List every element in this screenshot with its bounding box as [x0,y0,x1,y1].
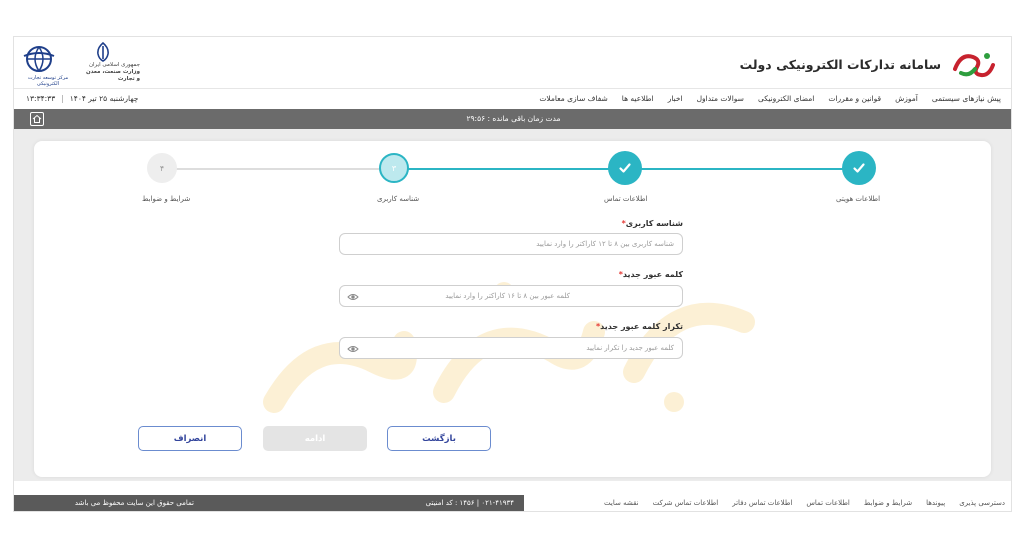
continue-button[interactable]: ادامه [263,426,367,451]
back-button[interactable]: بازگشت [387,426,491,451]
nav-item-prerequisites[interactable]: پیش نیازهای سیستمی [932,94,1001,103]
footer-link[interactable]: اطلاعات تماس شرکت [653,499,719,509]
app-window: سامانه تدارکات الکترونیکی دولت جمهوری اس… [13,36,1012,512]
footer-link[interactable]: نقشه سایت [604,499,639,509]
nav-item-announcements[interactable]: اطلاعیه ها [622,94,654,103]
password-placeholder: کلمه عبور بین ۸ تا ۱۶ کاراکتر را وارد نم… [445,292,570,300]
session-timer: مدت زمان باقی مانده : ۲۹:۵۶ [14,114,1011,123]
home-icon [32,114,42,123]
footer-contact: ۰۲۱-۴۱۹۳۴ | ۱۴۵۶ : کد امنیتی [204,495,524,511]
session-status-bar: مدت زمان باقی مانده : ۲۹:۵۶ [14,109,1011,129]
step-contact [608,151,642,185]
step-label-contact: اطلاعات تماس [604,195,648,203]
password-input[interactable]: کلمه عبور بین ۸ تا ۱۶ کاراکتر را وارد نم… [339,285,683,307]
step-label-identity: اطلاعات هویتی [836,195,881,203]
step-identity [842,151,876,185]
confirm-password-input[interactable]: کلمه عبور جدید را تکرار نمایید [339,337,683,359]
gov-logos: جمهوری اسلامی ایران وزارت صنعت، معدن و ت… [22,42,140,87]
footer-link[interactable]: اطلاعات تماس دفاتر [732,499,792,509]
home-button[interactable] [30,112,44,126]
timer-label: مدت زمان باقی مانده : [487,114,561,123]
cancel-button[interactable]: انصراف [138,426,242,451]
step-label-username: شناسه کاربری [377,195,420,203]
eye-icon[interactable] [347,291,359,303]
footer-link[interactable]: دسترسی پذیری [959,499,1005,509]
nav-item-e-signature[interactable]: امضای الکترونیکی [758,94,814,103]
date-separator: | [61,94,64,103]
check-icon [619,163,631,173]
step-number: ۴ [159,163,165,173]
top-nav: پیش نیازهای سیستمی آموزش قوانین و مقررات… [14,89,1011,109]
setad-logo-icon [953,53,995,78]
step-number: ۳ [391,163,397,173]
nav-item-faq[interactable]: سوالات متداول [697,94,744,103]
confirm-label: تکرار کلمه عبور جدید* [539,322,683,331]
password-label: کلمه عبور جدید* [539,270,683,279]
password-label-text: کلمه عبور جدید [622,270,683,279]
gov-line-3: مرکز توسعه تجارت الکترونیکی [27,75,69,87]
site-footer: تمامی حقوق این سایت محفوظ می باشد ۰۲۱-۴۱… [14,495,1011,511]
timer-value: ۲۹:۵۶ [466,114,486,123]
eye-icon[interactable] [347,343,359,355]
confirm-placeholder: کلمه عبور جدید را تکرار نمایید [586,344,674,352]
username-placeholder: شناسه کاربری بین ۸ تا ۱۲ کاراکتر را وارد… [536,240,674,248]
username-label: شناسه کاربری* [539,219,683,228]
site-header: سامانه تدارکات الکترونیکی دولت جمهوری اس… [14,37,1011,89]
current-time: ۱۳:۳۴:۳۳ [26,94,56,103]
footer-copyright: تمامی حقوق این سایت محفوظ می باشد [14,495,204,511]
site-title: سامانه تدارکات الکترونیکی دولت [739,56,941,72]
gov-line-1: جمهوری اسلامی ایران [88,62,140,68]
footer-link[interactable]: شرایط و ضوابط [864,499,912,509]
gov-line-2: وزارت صنعت، معدن و تجارت [86,69,140,82]
step-label-terms: شرایط و ضوابط [142,195,191,203]
iran-emblem-icon [97,42,109,62]
date-time: چهارشنبه ۲۵ تیر ۱۴۰۴ | ۱۳:۳۴:۳۳ [26,94,138,103]
username-input[interactable]: شناسه کاربری بین ۸ تا ۱۲ کاراکتر را وارد… [339,233,683,255]
stepper-line-future [151,168,381,170]
nav-item-transparency[interactable]: شفاف سازی معاملات [539,94,607,103]
brand[interactable]: سامانه تدارکات الکترونیکی دولت [740,47,999,81]
check-icon [853,163,865,173]
nav-menu: پیش نیازهای سیستمی آموزش قوانین و مقررات… [539,94,1001,103]
gov-text: جمهوری اسلامی ایران وزارت صنعت، معدن و ت… [82,62,140,83]
username-label-text: شناسه کاربری [625,219,683,228]
nav-item-training[interactable]: آموزش [895,94,918,103]
footer-link[interactable]: اطلاعات تماس [806,499,850,509]
confirm-label-text: تکرار کلمه عبور جدید [600,322,683,331]
ministry-globe-icon [23,46,55,72]
footer-links: دسترسی پذیری پیوندها شرایط و ضوابط اطلاع… [524,495,1011,511]
footer-link[interactable]: پیوندها [926,499,945,509]
step-username: ۳ [379,153,409,183]
nav-item-news[interactable]: اخبار [668,94,683,103]
nav-item-laws[interactable]: قوانین و مقررات [828,94,881,103]
step-terms: ۴ [147,153,177,183]
current-date: چهارشنبه ۲۵ تیر ۱۴۰۴ [69,94,139,103]
